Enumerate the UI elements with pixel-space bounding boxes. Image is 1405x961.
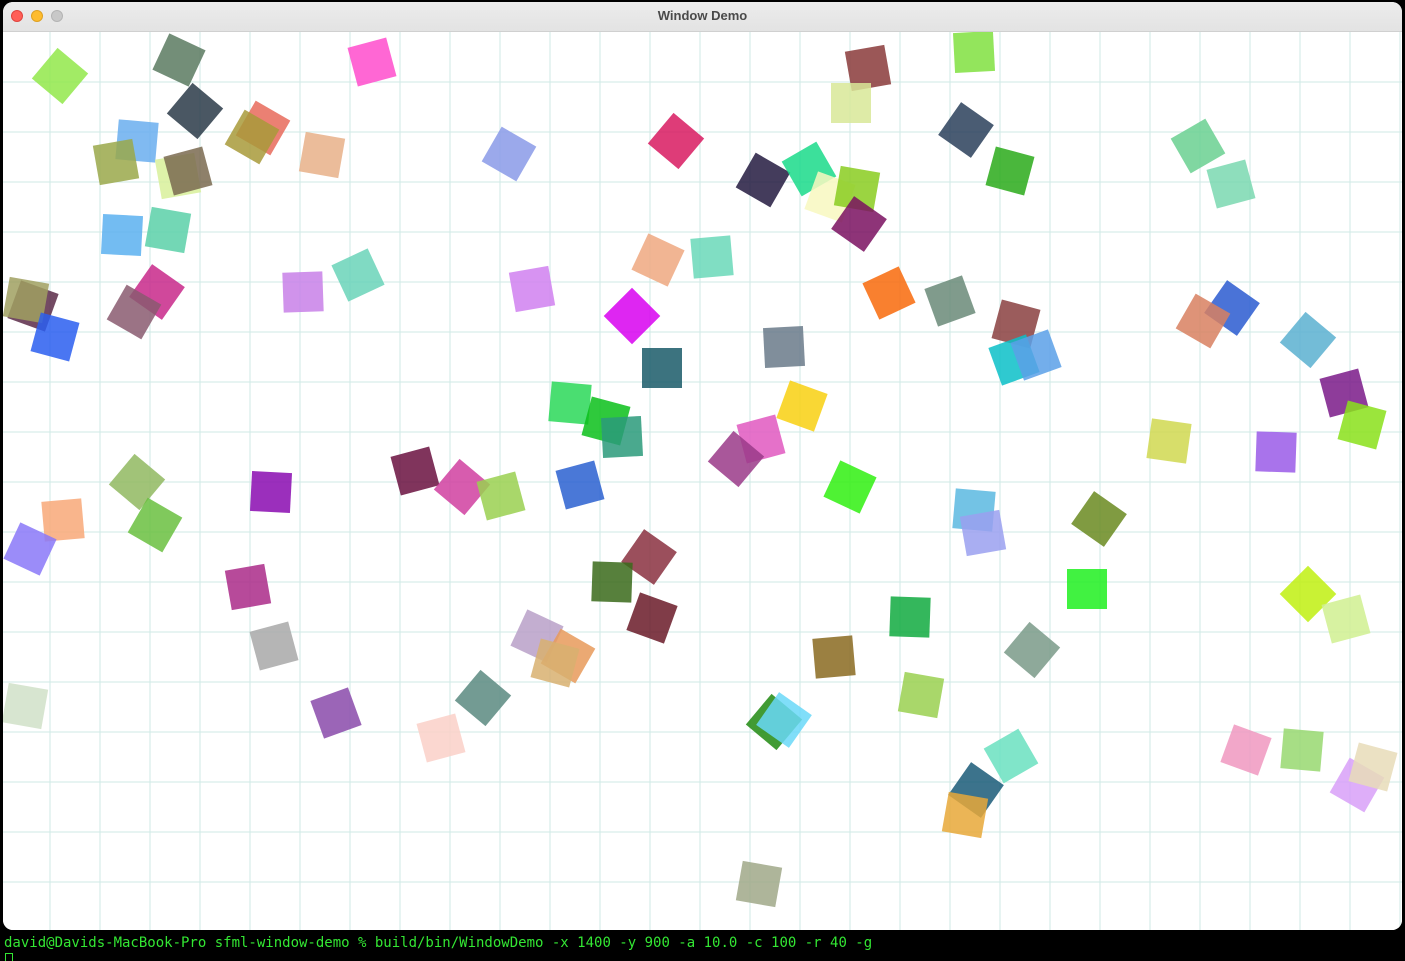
rotating-square	[282, 271, 324, 313]
rotating-square	[390, 446, 440, 496]
rotating-square	[1280, 728, 1324, 772]
rotating-square	[1067, 569, 1107, 609]
rotating-square	[92, 138, 140, 186]
rotating-square	[31, 47, 89, 105]
rotating-square	[1321, 594, 1371, 644]
rotating-square	[603, 287, 661, 345]
rotating-square	[762, 325, 806, 369]
terminal-panel[interactable]: david@Davids-MacBook-Pro sfml-window-dem…	[0, 931, 1405, 961]
rotating-square	[591, 561, 633, 603]
rotating-square	[823, 460, 877, 514]
rotating-square	[249, 470, 293, 514]
rotating-square	[481, 126, 537, 182]
rotating-square	[959, 509, 1007, 557]
terminal-command-line: david@Davids-MacBook-Pro sfml-window-dem…	[4, 935, 873, 951]
rotating-square	[1071, 491, 1127, 547]
rotating-square	[108, 453, 166, 511]
render-canvas[interactable]	[3, 32, 1402, 930]
desktop: Window Demo david@Davids-MacBook-Pro sfm…	[0, 0, 1405, 961]
rotating-square	[862, 266, 916, 320]
rotating-square	[100, 213, 144, 257]
rotating-square	[416, 713, 466, 763]
terminal-cursor	[5, 953, 13, 961]
rotating-square	[985, 146, 1035, 196]
rotating-square	[548, 381, 592, 425]
rotating-square	[1279, 311, 1337, 369]
rotating-square	[812, 635, 856, 679]
rotating-square	[555, 460, 605, 510]
rotating-square	[310, 687, 362, 739]
rotating-square	[941, 791, 989, 839]
rotating-square	[631, 233, 685, 287]
rotating-square	[298, 131, 346, 179]
rotating-square	[1170, 118, 1226, 174]
rotating-square	[938, 102, 994, 158]
rotating-square	[508, 265, 556, 313]
rotating-square	[476, 471, 526, 521]
rotating-square	[600, 415, 644, 459]
rotating-square	[983, 728, 1039, 784]
rotating-square	[924, 275, 976, 327]
rotating-square	[454, 669, 512, 727]
rotating-square	[1206, 159, 1256, 209]
rotating-square	[735, 860, 783, 908]
rotating-square	[952, 32, 996, 74]
rotating-square	[642, 348, 682, 388]
rotating-square	[249, 621, 299, 671]
rotating-square	[41, 498, 85, 542]
rotating-square	[152, 33, 206, 87]
rotating-square	[144, 206, 192, 254]
rotating-square	[166, 82, 224, 140]
rotating-square	[690, 235, 734, 279]
rotating-square	[626, 592, 678, 644]
rotating-square	[647, 112, 705, 170]
rotating-square	[347, 37, 397, 87]
rotating-square	[224, 563, 272, 611]
rotating-square	[3, 682, 49, 730]
rotating-square	[1003, 621, 1061, 679]
rotating-square	[776, 380, 828, 432]
title-bar[interactable]: Window Demo	[3, 2, 1402, 32]
rotating-square	[735, 152, 791, 208]
rotating-square	[1255, 431, 1297, 473]
rotating-square	[831, 83, 871, 123]
rotating-square	[331, 248, 385, 302]
rotating-square	[897, 671, 945, 719]
window-title: Window Demo	[657, 8, 748, 23]
rotating-square	[1146, 418, 1192, 464]
app-window[interactable]: Window Demo	[3, 2, 1402, 930]
squares-canvas	[3, 32, 1402, 930]
rotating-square	[889, 596, 931, 638]
